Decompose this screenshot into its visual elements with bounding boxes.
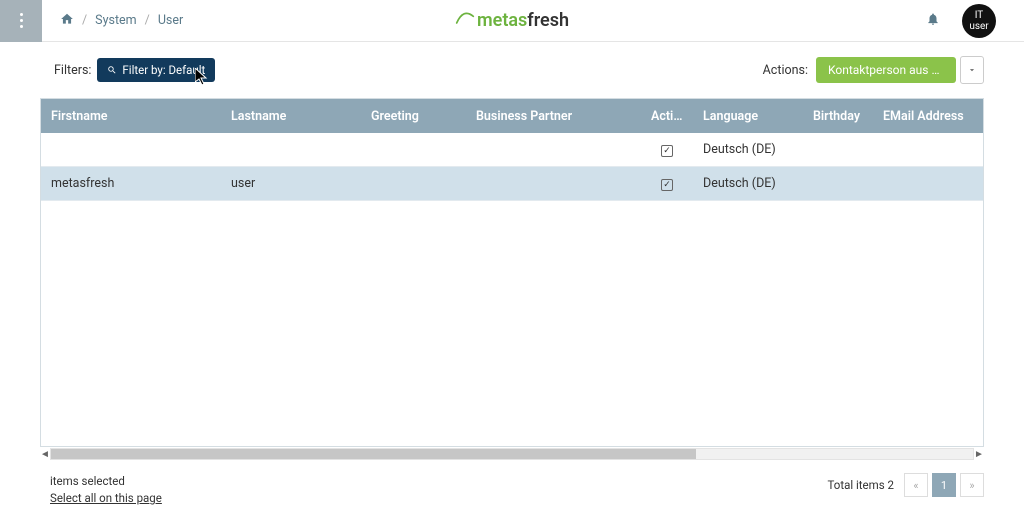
pager-prev-button[interactable]: « [904, 473, 928, 497]
main-menu-button[interactable] [0, 0, 42, 42]
filter-by-default-button[interactable]: Filter by: Default [97, 58, 215, 82]
column-active[interactable]: Active [641, 109, 693, 124]
checkbox-checked-icon: ✓ [661, 145, 673, 157]
data-table: Firstname Lastname Greeting Business Par… [40, 98, 984, 447]
actions-label: Actions: [763, 63, 808, 78]
logo: metasfresh [455, 10, 569, 31]
table-row[interactable]: metasfresh user ✓ Deutsch (DE) [41, 167, 983, 201]
app-header: / System / User metasfresh ITuser [0, 0, 1024, 42]
breadcrumb-user[interactable]: User [158, 13, 183, 28]
user-avatar[interactable]: ITuser [962, 4, 996, 38]
leaf-icon [455, 10, 475, 31]
filters-label: Filters: [54, 63, 91, 78]
table-row[interactable]: ✓ Deutsch (DE) [41, 133, 983, 167]
column-business-partner[interactable]: Business Partner [466, 109, 641, 124]
column-firstname[interactable]: Firstname [41, 109, 221, 124]
home-icon[interactable] [60, 12, 74, 30]
kebab-icon [20, 13, 23, 28]
scroll-right-icon[interactable]: ► [974, 449, 984, 460]
column-lastname[interactable]: Lastname [221, 109, 361, 124]
search-icon [107, 65, 117, 75]
column-greeting[interactable]: Greeting [361, 109, 466, 124]
scroll-left-icon[interactable]: ◄ [40, 449, 50, 460]
pager-next-button[interactable]: » [960, 473, 984, 497]
total-items-label: Total items 2 [827, 478, 894, 492]
breadcrumb-system[interactable]: System [95, 13, 136, 28]
table-footer: items selected Select all on this page T… [0, 461, 1024, 508]
actions-dropdown-button[interactable] [960, 56, 984, 84]
select-all-link[interactable]: Select all on this page [50, 490, 162, 507]
horizontal-scrollbar[interactable]: ◄ ► [40, 447, 984, 461]
column-birthday[interactable]: Birthday [803, 109, 873, 124]
table-header-row: Firstname Lastname Greeting Business Par… [41, 99, 983, 133]
column-language[interactable]: Language [693, 109, 803, 124]
column-email[interactable]: EMail Address [873, 109, 983, 124]
checkbox-checked-icon: ✓ [661, 179, 673, 191]
primary-action-button[interactable]: Kontaktperson aus Nut… [816, 57, 956, 83]
pager-page-1-button[interactable]: 1 [932, 473, 956, 497]
notifications-icon[interactable] [926, 12, 940, 30]
breadcrumb: / System / User [42, 12, 183, 30]
toolbar: Filters: Filter by: Default Actions: Kon… [0, 42, 1024, 98]
chevron-down-icon [967, 65, 977, 75]
items-selected-label: items selected [50, 473, 162, 490]
